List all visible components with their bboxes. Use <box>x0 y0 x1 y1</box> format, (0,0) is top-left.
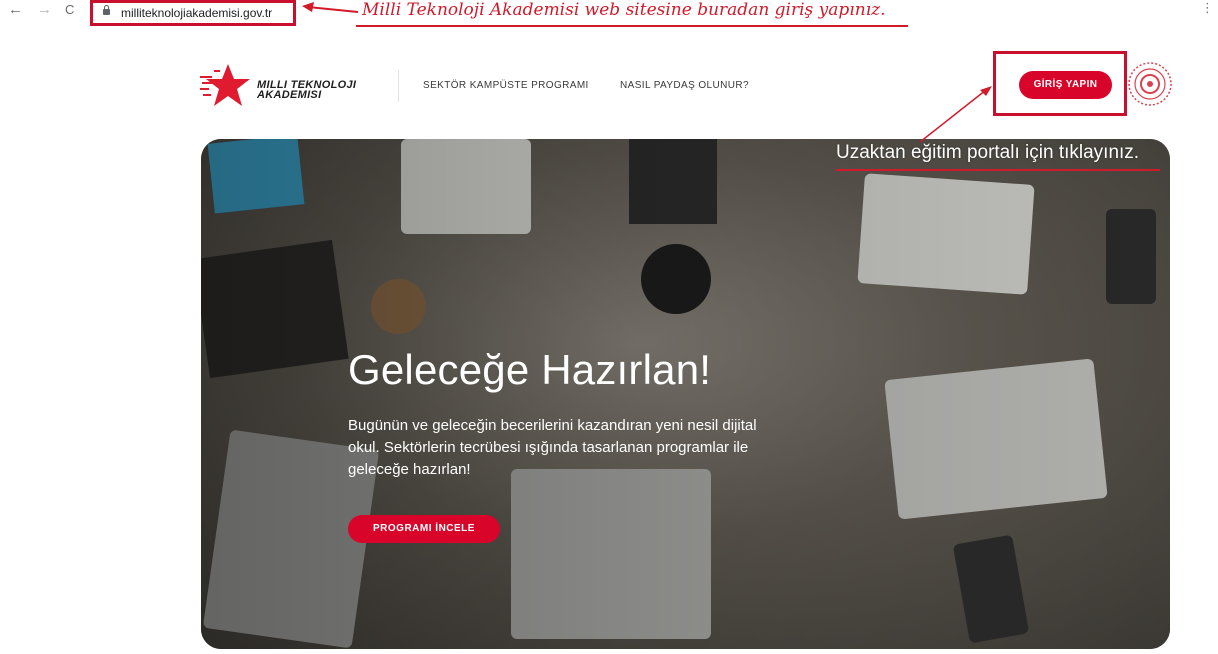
logo-line2: AKADEMISI <box>257 89 322 101</box>
hero-overlay <box>201 139 1170 649</box>
hero-description: Bugünün ve geleceğin becerilerini kazand… <box>348 417 757 478</box>
browser-menu-icon[interactable]: ⋮ <box>1201 0 1214 16</box>
annotation-website-note: Milli Teknoloji Akademisi web sitesine b… <box>362 0 886 20</box>
address-bar[interactable]: milliteknolojiakademisi.gov.tr <box>90 0 296 26</box>
annotation-login-note: Uzaktan eğitim portalı için tıklayınız. <box>836 142 1140 163</box>
reload-icon[interactable]: C <box>65 2 74 18</box>
lock-icon <box>103 5 110 15</box>
annotation-underline-2 <box>836 169 1160 171</box>
nav-sektor-kampuste[interactable]: SEKTÖR KAMPÜSTE PROGRAMI <box>423 80 589 91</box>
program-review-button[interactable]: PROGRAMI İNCELE <box>348 515 500 543</box>
url-text: milliteknolojiakademisi.gov.tr <box>121 6 273 20</box>
login-button[interactable]: GİRİŞ YAPIN <box>1019 71 1112 99</box>
browser-toolbar: ← → C milliteknolojiakademisi.gov.tr ⋮ M… <box>0 0 1218 27</box>
forward-icon[interactable]: → <box>37 2 52 18</box>
hero-banner: Uzaktan eğitim portalı için tıklayınız. … <box>201 139 1170 649</box>
site-logo-text[interactable]: MILLI TEKNOLOJI AKADEMISI <box>257 80 356 101</box>
hero-title: Geleceğe Hazırlan! <box>348 346 712 393</box>
back-icon[interactable]: ← <box>8 2 23 18</box>
annotation-underline <box>356 25 908 27</box>
star-logo-icon[interactable] <box>200 62 258 110</box>
nav-nasil-paydas[interactable]: NASIL PAYDAŞ OLUNUR? <box>620 80 749 91</box>
annotation-arrow-2-icon <box>919 86 992 143</box>
header-divider <box>398 70 399 102</box>
annotation-arrow-icon <box>302 2 359 13</box>
ministry-emblem-icon <box>1128 62 1172 106</box>
